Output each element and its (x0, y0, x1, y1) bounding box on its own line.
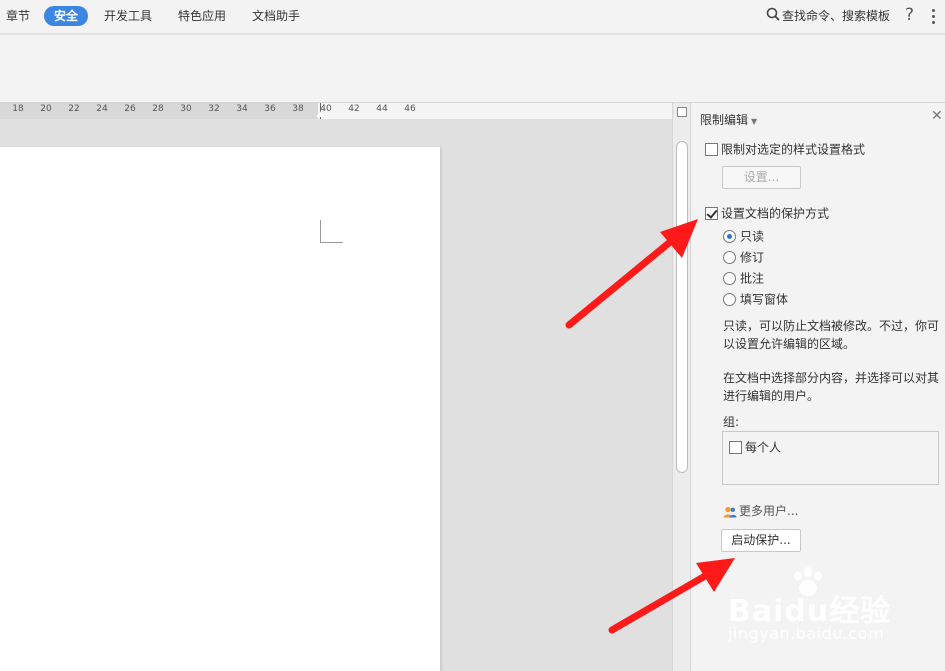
mode-label: 只读 (740, 229, 765, 244)
ruler-indent-marker[interactable] (316, 111, 324, 117)
mode-comment-radio[interactable]: 批注 (723, 270, 764, 286)
checkbox-box (705, 143, 718, 156)
menu-bar: 章节 安全 开发工具 特色应用 文档助手 查找命令、搜索模板 ? (0, 0, 945, 34)
document-page[interactable] (0, 147, 440, 671)
mode-label: 批注 (740, 271, 765, 286)
ruler-number: 18 (12, 104, 24, 114)
ruler-number: 42 (348, 104, 360, 114)
radio-unselected (723, 251, 736, 264)
panel-title[interactable]: 限制编辑 ▼ (700, 111, 757, 128)
watermark-url: jingyan.baidu.com (728, 624, 885, 643)
ruler-number: 30 (180, 104, 192, 114)
settings-button[interactable]: 设置... (722, 166, 801, 189)
split-view-icon[interactable] (677, 107, 687, 117)
ruler-number: 20 (40, 104, 52, 114)
ruler-number: 34 (236, 104, 248, 114)
mode-revision-radio[interactable]: 修订 (723, 249, 764, 265)
radio-unselected (723, 272, 736, 285)
ruler-number: 46 (404, 104, 416, 114)
tab-security[interactable]: 安全 (44, 6, 89, 26)
scrollbar-thumb[interactable] (676, 141, 688, 473)
document-canvas (0, 120, 672, 671)
vertical-scrollbar[interactable] (672, 103, 690, 671)
exception-description-line: 进行编辑的用户。 (723, 389, 820, 403)
search-label: 查找命令、搜索模板 (782, 9, 891, 23)
tab-chapter[interactable]: 章节 (4, 6, 32, 26)
exception-description-line: 在文档中选择部分内容，并选择可以对其 (723, 371, 940, 385)
exception-description: 在文档中选择部分内容，并选择可以对其 进行编辑的用户。 (723, 369, 943, 405)
radio-unselected (723, 293, 736, 306)
checkbox-box-checked (705, 207, 718, 220)
mode-read-only-radio[interactable]: 只读 (723, 228, 764, 244)
group-label: 组: (723, 415, 740, 429)
ruler-number: 38 (292, 104, 304, 114)
ruler-number: 24 (96, 104, 108, 114)
mode-fill-form-radio[interactable]: 填写窗体 (723, 291, 788, 307)
radio-selected (723, 230, 736, 243)
chevron-down-icon: ▼ (751, 117, 758, 126)
format-restriction-checkbox[interactable]: 限制对选定的样式设置格式 (705, 141, 865, 157)
ruler-number: 44 (376, 104, 388, 114)
baidu-jingyan-watermark: Baidu经验 jingyan.baidu.com (728, 566, 928, 650)
protection-method-checkbox[interactable]: 设置文档的保护方式 (705, 205, 829, 221)
mode-description: 只读，可以防止文档被修改。不过，你可 以设置允许编辑的区域。 (723, 317, 943, 353)
tab-special-apps[interactable]: 特色应用 (176, 6, 228, 26)
checkbox-box (729, 441, 742, 454)
everyone-label: 每个人 (745, 440, 782, 455)
ribbon-toolbar (0, 35, 945, 103)
more-options-icon[interactable] (930, 6, 936, 26)
panel-title-label: 限制编辑 (700, 113, 749, 127)
more-users-label: 更多用户... (739, 504, 799, 518)
tab-document-assistant[interactable]: 文档助手 (250, 6, 302, 26)
group-list: 每个人 (722, 431, 939, 485)
mode-label: 填写窗体 (740, 292, 789, 307)
command-search[interactable]: 查找命令、搜索模板 (766, 6, 890, 26)
tab-developer-tools[interactable]: 开发工具 (102, 6, 154, 26)
mode-description-line: 以设置允许编辑的区域。 (723, 337, 856, 351)
ruler-number: 32 (208, 104, 220, 114)
help-icon[interactable]: ? (905, 4, 914, 26)
ruler-number: 28 (152, 104, 164, 114)
mode-description-line: 只读，可以防止文档被修改。不过，你可 (723, 319, 940, 333)
more-users-link[interactable]: 更多用户... (723, 502, 798, 519)
ruler-number: 36 (264, 104, 276, 114)
mode-label: 修订 (740, 250, 765, 265)
close-icon[interactable]: ✕ (931, 109, 943, 123)
ruler-number: 22 (68, 104, 80, 114)
horizontal-ruler[interactable]: 18 20 22 24 26 28 30 32 34 36 38 40 42 4… (0, 103, 672, 119)
page-margin-corner-mark (320, 220, 343, 243)
start-protection-button[interactable]: 启动保护... (721, 529, 801, 552)
users-icon (723, 506, 737, 518)
ruler-number: 26 (124, 104, 136, 114)
format-restriction-label: 限制对选定的样式设置格式 (721, 142, 866, 157)
search-icon (766, 7, 780, 27)
everyone-checkbox[interactable]: 每个人 (729, 439, 781, 455)
protection-method-label: 设置文档的保护方式 (721, 206, 830, 221)
